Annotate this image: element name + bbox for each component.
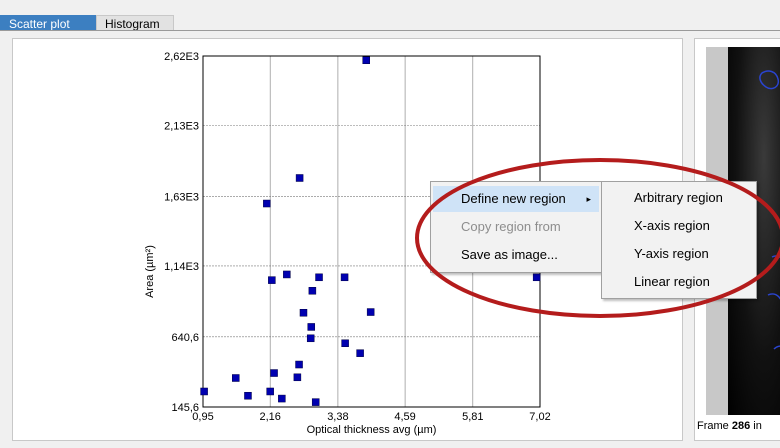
submenu-item-x-axis-region[interactable]: X-axis region bbox=[604, 212, 754, 240]
data-point[interactable] bbox=[200, 387, 208, 396]
data-point[interactable] bbox=[315, 273, 323, 282]
submenu-item-linear-region[interactable]: Linear region bbox=[604, 268, 754, 296]
data-point[interactable] bbox=[295, 174, 304, 182]
data-point[interactable] bbox=[293, 373, 302, 382]
menu-item-label: Copy region from bbox=[461, 219, 561, 234]
frame-number: 286 bbox=[731, 420, 751, 432]
menu-item-define-new-region[interactable]: Define new region ▸ bbox=[433, 186, 599, 212]
tab-histogram[interactable]: Histogram bbox=[96, 15, 174, 31]
define-region-submenu: Arbitrary region X-axis region Y-axis re… bbox=[601, 181, 757, 299]
submenu-item-arbitrary-region[interactable]: Arbitrary region bbox=[604, 184, 754, 212]
submenu-item-y-axis-region[interactable]: Y-axis region bbox=[604, 240, 754, 268]
data-point[interactable] bbox=[295, 360, 303, 369]
data-point[interactable] bbox=[299, 309, 308, 317]
data-point[interactable] bbox=[311, 398, 320, 406]
x-tick-label: 2,16 bbox=[259, 411, 280, 423]
data-point[interactable] bbox=[232, 374, 240, 382]
x-tick-label: 3,38 bbox=[327, 411, 348, 423]
x-tick-label: 5,81 bbox=[462, 411, 483, 423]
data-point[interactable] bbox=[306, 334, 315, 343]
data-point[interactable] bbox=[263, 199, 271, 208]
x-axis-ticks: 0,95 2,16 3,38 4,59 5,81 7,02 bbox=[192, 411, 550, 423]
x-axis-label: Optical thickness avg (µm) bbox=[307, 424, 437, 436]
tab-bar: Scatter plot Histogram bbox=[0, 0, 780, 31]
y-tick-label: 2,62E3 bbox=[164, 51, 199, 63]
data-point[interactable] bbox=[266, 387, 274, 396]
data-point[interactable] bbox=[244, 391, 252, 400]
frame-suffix: in bbox=[753, 420, 762, 432]
y-axis-ticks: 145,6 640,6 1,14E3 1,63E3 2,13E3 2,62E3 bbox=[164, 51, 199, 414]
data-point[interactable] bbox=[278, 394, 286, 403]
y-tick-label: 145,6 bbox=[171, 402, 199, 414]
data-point[interactable] bbox=[270, 369, 278, 377]
data-point[interactable] bbox=[356, 349, 364, 357]
submenu-arrow-icon: ▸ bbox=[586, 194, 591, 204]
context-menu: Define new region ▸ Copy region from Sav… bbox=[430, 181, 602, 273]
frame-prefix: Frame bbox=[697, 420, 729, 432]
menu-item-save-as-image[interactable]: Save as image... bbox=[433, 242, 599, 268]
y-tick-label: 1,63E3 bbox=[164, 191, 199, 203]
menu-item-label: Save as image... bbox=[461, 247, 558, 262]
x-tick-label: 4,59 bbox=[394, 411, 415, 423]
data-point[interactable] bbox=[340, 273, 349, 282]
menu-item-copy-region-from[interactable]: Copy region from bbox=[433, 214, 599, 240]
x-tick-label: 7,02 bbox=[529, 411, 550, 423]
data-point[interactable] bbox=[532, 273, 541, 282]
data-point[interactable] bbox=[283, 270, 291, 279]
frame-counter: Frame 286 in bbox=[697, 420, 762, 432]
data-point[interactable] bbox=[268, 276, 276, 284]
data-point[interactable] bbox=[362, 56, 370, 65]
tab-scatter-plot[interactable]: Scatter plot bbox=[0, 15, 96, 31]
data-point[interactable] bbox=[366, 308, 375, 316]
menu-item-label: Define new region bbox=[461, 191, 566, 206]
data-point[interactable] bbox=[308, 287, 317, 295]
y-tick-label: 640,6 bbox=[171, 332, 199, 344]
y-axis-label: Area (µm²) bbox=[144, 245, 156, 298]
data-point[interactable] bbox=[307, 323, 316, 331]
y-tick-label: 1,14E3 bbox=[164, 261, 199, 273]
y-tick-label: 2,13E3 bbox=[164, 121, 199, 133]
data-point[interactable] bbox=[341, 339, 349, 348]
tab-divider bbox=[0, 30, 780, 31]
